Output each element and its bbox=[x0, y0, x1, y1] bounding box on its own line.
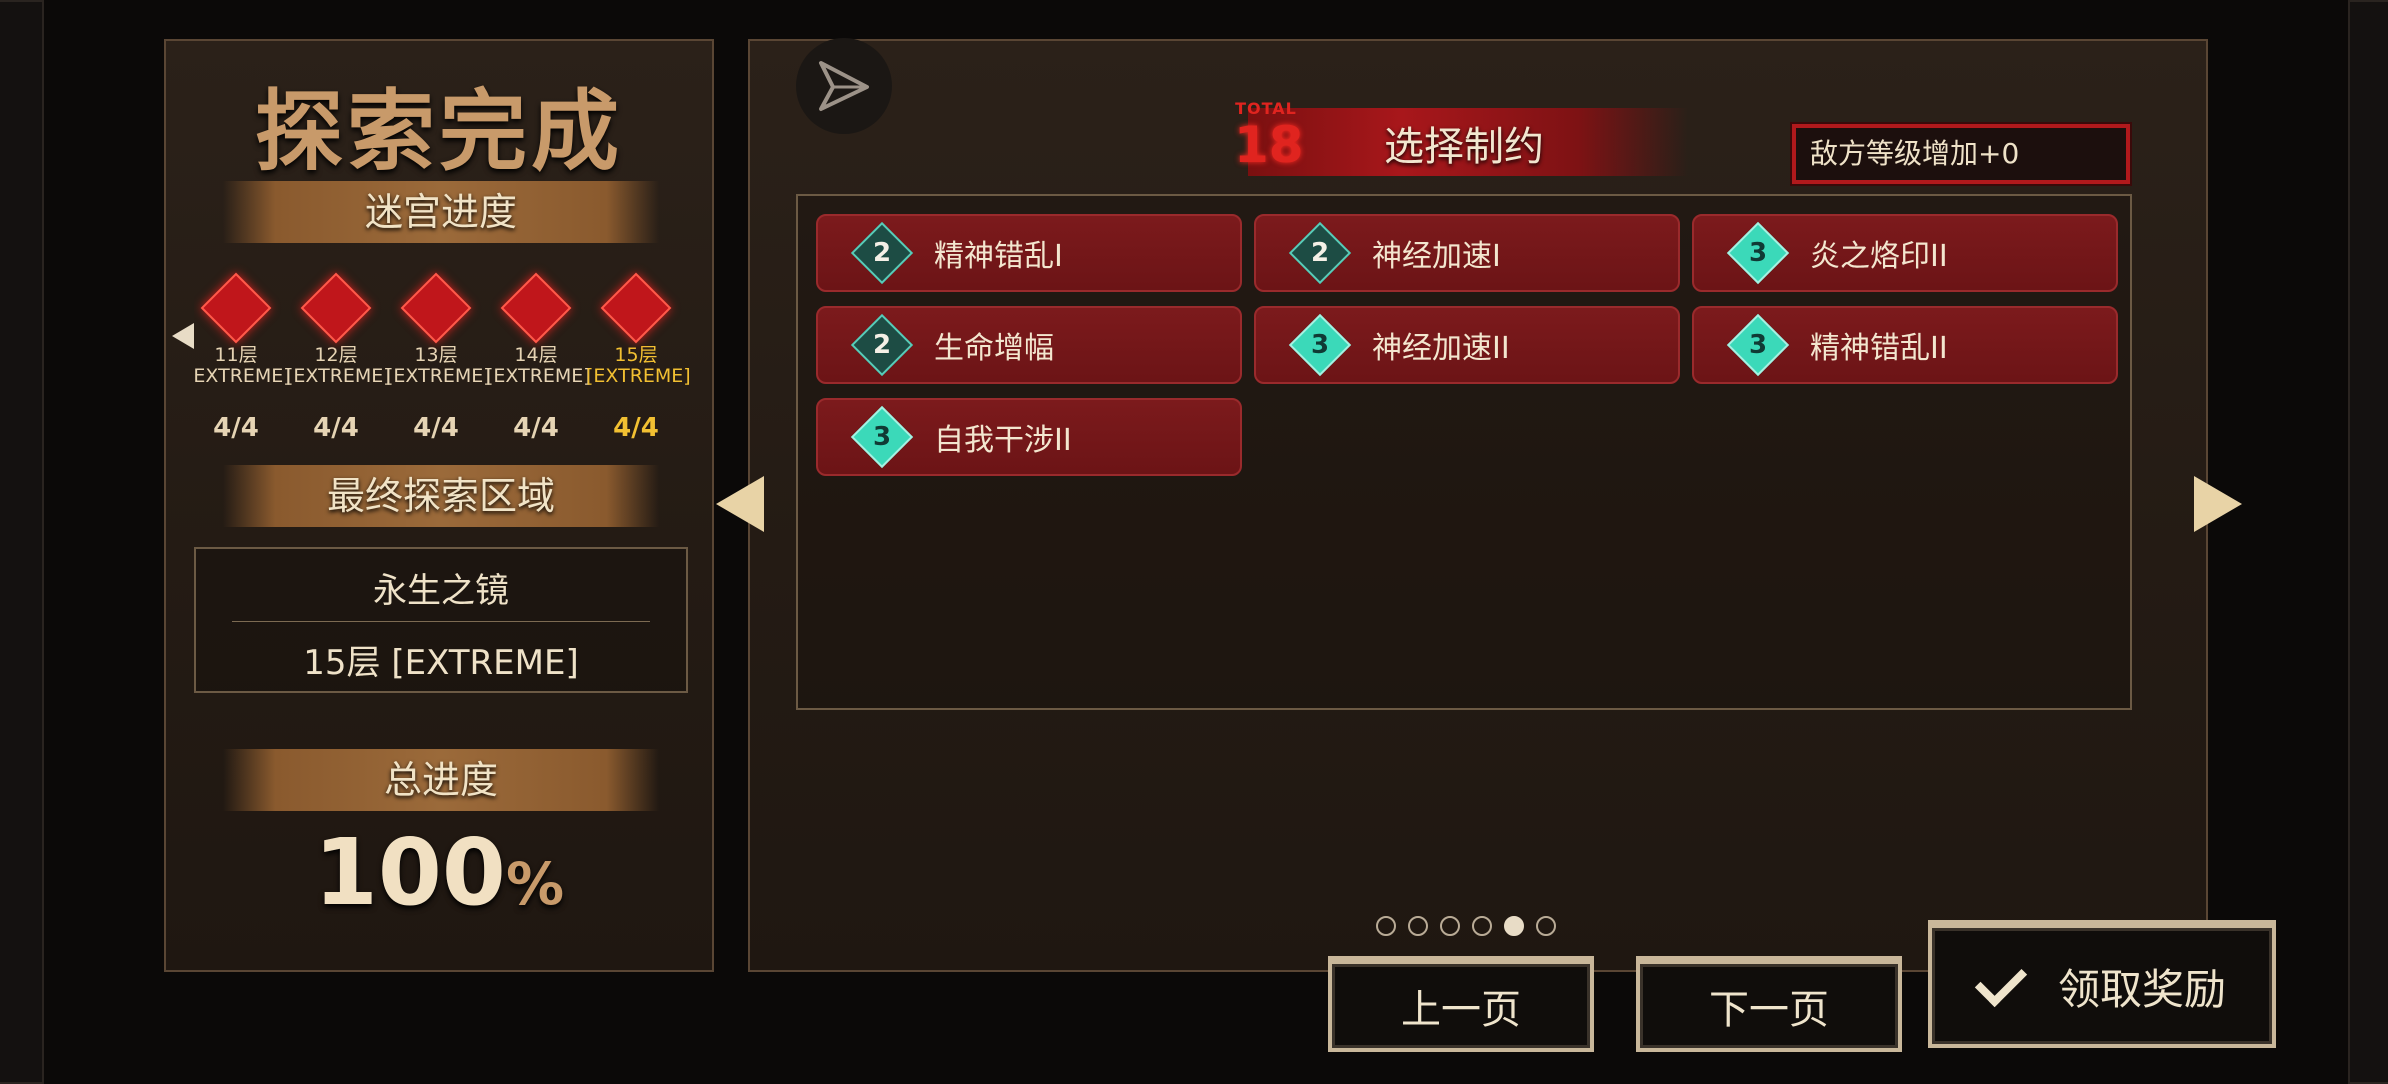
restriction-card[interactable]: 3 神经加速II bbox=[1254, 306, 1680, 384]
total-progress-value: 100% bbox=[166, 819, 712, 926]
floor-item[interactable]: 13层 [EXTREME] 4/4 bbox=[386, 259, 491, 443]
floor-progress-strip: 11层 [EXTREME] 4/4 12层 [EXTREME] 4/4 13层 … bbox=[194, 259, 704, 479]
frame-left-edge bbox=[0, 0, 44, 1084]
floor-count: 4/4 bbox=[613, 413, 659, 443]
restriction-card[interactable]: 2 精神错乱I bbox=[816, 214, 1242, 292]
final-area-floor: 15层 [EXTREME] bbox=[303, 643, 579, 683]
claim-reward-button[interactable]: 领取奖励 bbox=[1928, 920, 2276, 1048]
restriction-card[interactable]: 2 神经加速I bbox=[1254, 214, 1680, 292]
total-badge: TOTAL 18 bbox=[1234, 100, 1304, 180]
floor-mode: [EXTREME] bbox=[586, 365, 691, 387]
floor-mode: [EXTREME] bbox=[386, 365, 491, 387]
total-progress-number: 100 bbox=[313, 819, 506, 926]
restriction-name: 神经加速II bbox=[1372, 331, 1510, 366]
level-diamond-icon: 3 bbox=[1726, 221, 1790, 285]
total-progress-banner: 总进度 bbox=[223, 749, 659, 811]
restriction-name: 自我干涉II bbox=[934, 423, 1072, 458]
floor-mode: [EXTREME] bbox=[486, 365, 591, 387]
frame-right-edge bbox=[2348, 0, 2388, 1084]
floor-label: 15层 bbox=[614, 344, 658, 366]
enemy-level-indicator: 敌方等级增加+0 bbox=[1790, 122, 2132, 186]
page-dot[interactable] bbox=[1440, 916, 1460, 936]
floor-count: 4/4 bbox=[413, 413, 459, 443]
level-diamond-icon: 2 bbox=[1288, 221, 1352, 285]
floor-emblem-icon bbox=[600, 272, 672, 344]
floor-count: 4/4 bbox=[313, 413, 359, 443]
percent-unit: % bbox=[505, 850, 565, 918]
floor-label: 12层 bbox=[314, 344, 358, 366]
page-dot[interactable] bbox=[1536, 916, 1556, 936]
page-title: 探索完成 bbox=[254, 80, 623, 183]
floor-label: 13层 bbox=[414, 344, 458, 366]
floor-mode: [EXTREME] bbox=[194, 365, 291, 387]
pagination-dots bbox=[1376, 916, 1556, 936]
restriction-name: 精神错乱II bbox=[1810, 331, 1948, 366]
restriction-name: 精神错乱I bbox=[934, 239, 1063, 274]
restriction-list: 2 精神错乱I 2 神经加速I 3 炎之烙印II 2 生命增幅 3 神经加速II… bbox=[796, 194, 2132, 710]
floor-item-current[interactable]: 15层 [EXTREME] 4/4 bbox=[586, 259, 691, 443]
floor-emblem-icon bbox=[400, 272, 472, 344]
page-left-arrow-icon[interactable] bbox=[716, 476, 764, 532]
floor-mode: [EXTREME] bbox=[286, 365, 391, 387]
page-dot[interactable] bbox=[1472, 916, 1492, 936]
level-diamond-icon: 3 bbox=[1726, 313, 1790, 377]
restriction-name: 生命增幅 bbox=[934, 331, 1054, 366]
floor-item[interactable]: 12层 [EXTREME] 4/4 bbox=[286, 259, 391, 443]
floor-label: 14层 bbox=[514, 344, 558, 366]
next-page-label: 下一页 bbox=[1709, 987, 1829, 1033]
exploration-summary-panel: 探索完成 迷宫进度 11层 [EXTREME] 4/4 12层 [EXTREME… bbox=[164, 39, 714, 972]
restriction-name: 神经加速I bbox=[1372, 239, 1501, 274]
level-diamond-icon: 2 bbox=[850, 313, 914, 377]
page-dot-active[interactable] bbox=[1504, 916, 1524, 936]
final-area-name: 永生之镜 bbox=[373, 571, 509, 611]
floor-count: 4/4 bbox=[513, 413, 559, 443]
restriction-card[interactable]: 3 自我干涉II bbox=[816, 398, 1242, 476]
claim-reward-label: 领取奖励 bbox=[2057, 964, 2226, 1014]
maze-progress-banner: 迷宫进度 bbox=[223, 181, 659, 243]
level-diamond-icon: 3 bbox=[1288, 313, 1352, 377]
floor-item[interactable]: 14层 [EXTREME] 4/4 bbox=[486, 259, 591, 443]
next-page-button[interactable]: 下一页 bbox=[1636, 956, 1902, 1052]
floor-emblem-icon bbox=[300, 272, 372, 344]
page-dot[interactable] bbox=[1408, 916, 1428, 936]
total-value: 18 bbox=[1234, 116, 1304, 174]
floor-emblem-icon bbox=[500, 272, 572, 344]
prev-page-button[interactable]: 上一页 bbox=[1328, 956, 1594, 1052]
floor-count: 4/4 bbox=[213, 413, 259, 443]
final-area-banner: 最终探索区域 bbox=[223, 465, 659, 527]
page-right-arrow-icon[interactable] bbox=[2194, 476, 2242, 532]
floor-scroll-left-icon[interactable] bbox=[172, 323, 194, 349]
restriction-name: 炎之烙印II bbox=[1810, 239, 1948, 274]
floor-label: 11层 bbox=[214, 344, 258, 366]
floor-emblem-icon bbox=[200, 272, 272, 344]
check-icon bbox=[1974, 954, 2028, 1008]
level-diamond-icon: 3 bbox=[850, 405, 914, 469]
restriction-card[interactable]: 2 生命增幅 bbox=[816, 306, 1242, 384]
page-dot[interactable] bbox=[1376, 916, 1396, 936]
floor-item[interactable]: 11层 [EXTREME] 4/4 bbox=[194, 259, 291, 443]
header-title: 选择制约 bbox=[1384, 124, 1544, 170]
restriction-card[interactable]: 3 炎之烙印II bbox=[1692, 214, 2118, 292]
divider bbox=[232, 621, 650, 622]
send-icon[interactable] bbox=[796, 38, 892, 134]
final-area-box: 永生之镜 15层 [EXTREME] bbox=[194, 547, 688, 693]
prev-page-label: 上一页 bbox=[1401, 987, 1521, 1033]
restriction-card[interactable]: 3 精神错乱II bbox=[1692, 306, 2118, 384]
level-diamond-icon: 2 bbox=[850, 221, 914, 285]
